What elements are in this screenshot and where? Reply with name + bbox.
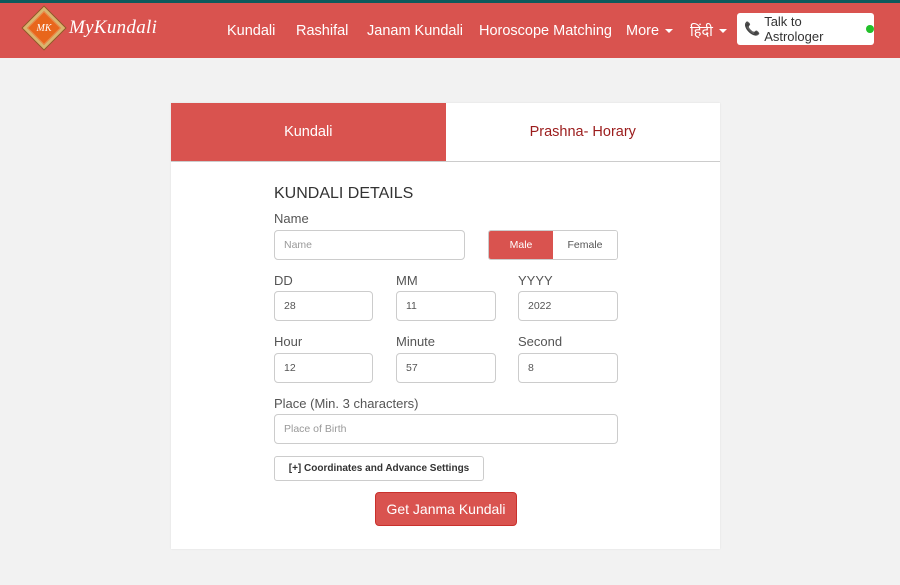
name-label: Name [274, 211, 309, 226]
minute-label: Minute [396, 334, 436, 349]
mm-input[interactable]: 11 [396, 291, 496, 321]
name-input[interactable]: Name [274, 230, 465, 260]
gender-toggle: Male Female [488, 230, 618, 260]
nav-item-horoscope-matching[interactable]: Horoscope Matching [479, 3, 612, 58]
mm-label: MM [396, 273, 418, 288]
nav-dropdown-more[interactable]: More [626, 3, 674, 58]
yyyy-label: YYYY [518, 273, 553, 288]
nav-item-janam-kundali[interactable]: Janam Kundali [367, 3, 463, 58]
tab-kundali[interactable]: Kundali [171, 103, 446, 161]
nav-item-rashifal[interactable]: Rashifal [296, 3, 348, 58]
nav-dropdown-language[interactable]: हिंदी [690, 3, 727, 58]
yyyy-input[interactable]: 2022 [518, 291, 618, 321]
talk-to-astrologer-button[interactable]: 📞 Talk to Astrologer [737, 13, 874, 45]
gender-female-button[interactable]: Female [553, 231, 617, 259]
brand-logo-link[interactable]: MK MyKundali [22, 6, 158, 50]
dd-input[interactable]: 28 [274, 291, 373, 321]
hour-input[interactable]: 12 [274, 353, 373, 383]
second-label: Second [518, 334, 563, 349]
logo-icon: MK [22, 6, 66, 50]
brand-name: MyKundali [69, 17, 158, 38]
nav-item-kundali[interactable]: Kundali [227, 3, 275, 58]
dd-label: DD [274, 273, 293, 288]
phone-icon: 📞 [744, 21, 761, 36]
form-tabs: Kundali Prashna- Horary [171, 103, 720, 162]
form-title: KUNDALI DETAILS [274, 185, 414, 202]
place-label: Place (Min. 3 characters) [274, 396, 419, 411]
online-status-dot-icon [866, 25, 874, 33]
advance-settings-button[interactable]: [+] Coordinates and Advance Settings [274, 456, 484, 481]
caret-down-icon [718, 28, 727, 33]
gender-male-button[interactable]: Male [489, 231, 553, 259]
get-janma-kundali-button[interactable]: Get Janma Kundali [375, 492, 517, 526]
hour-label: Hour [274, 334, 303, 349]
second-input[interactable]: 8 [518, 353, 618, 383]
place-of-birth-input[interactable]: Place of Birth [274, 414, 618, 444]
tab-prashna-horary[interactable]: Prashna- Horary [445, 103, 720, 161]
minute-input[interactable]: 57 [396, 353, 496, 383]
caret-down-icon [665, 28, 674, 33]
kundali-form-card: Kundali Prashna- Horary KUNDALI DETAILS … [171, 103, 720, 549]
